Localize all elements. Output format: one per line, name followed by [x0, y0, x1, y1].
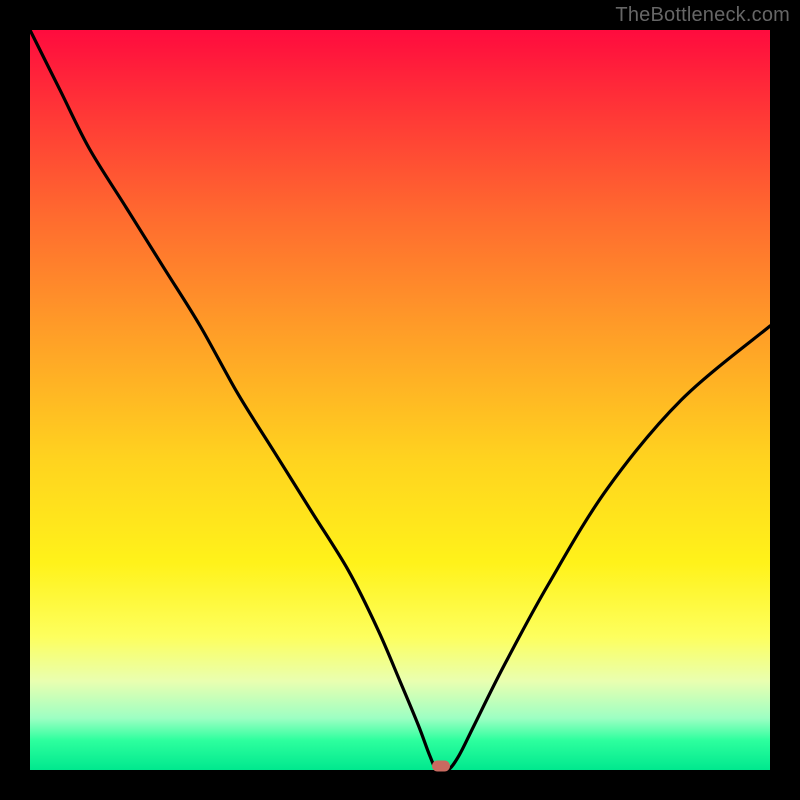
plot-area: [30, 30, 770, 770]
curve-path: [30, 30, 770, 770]
chart-frame: TheBottleneck.com: [0, 0, 800, 800]
bottleneck-curve: [30, 30, 770, 770]
balanced-point-marker: [432, 760, 450, 771]
watermark-text: TheBottleneck.com: [615, 4, 790, 27]
